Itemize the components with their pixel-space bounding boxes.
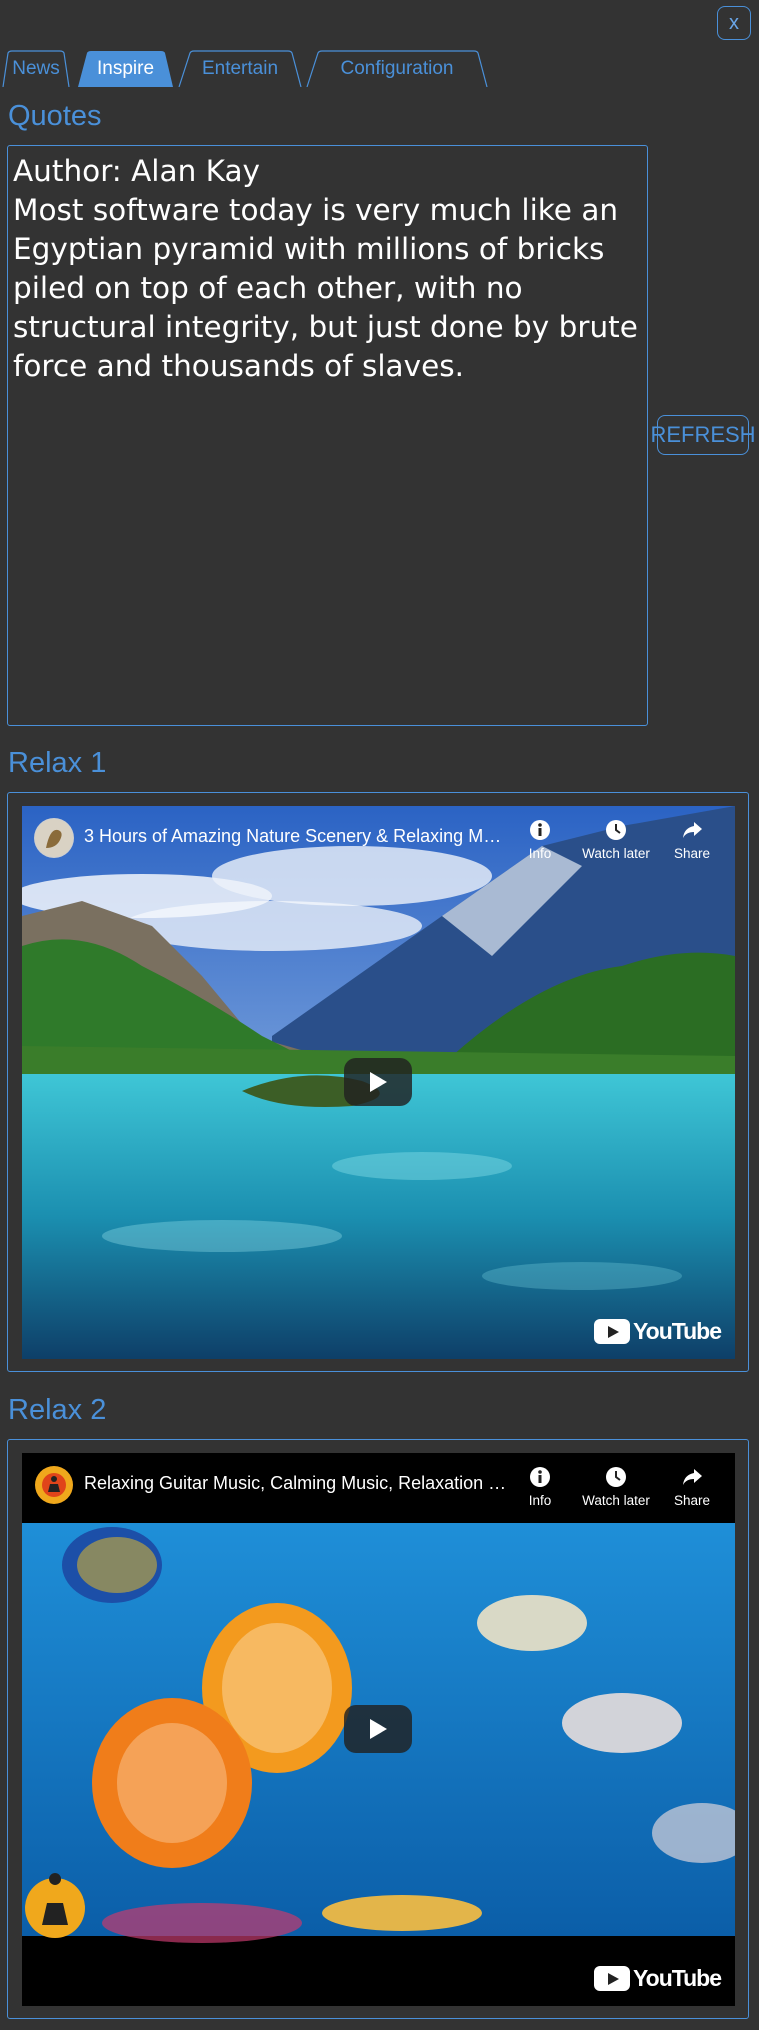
refresh-button[interactable]: REFRESH — [650, 415, 756, 455]
relax2-info-button[interactable]: Info — [502, 1465, 578, 1515]
tab-entertain[interactable]: Entertain — [178, 50, 302, 87]
relax2-overlay-bar: Relaxing Guitar Music, Calming Music, Re… — [22, 1453, 735, 1523]
relax1-share-button[interactable]: Share — [654, 818, 730, 868]
relax2-watch-later-button[interactable]: Watch later — [578, 1465, 654, 1515]
tab-news-label: News — [12, 57, 60, 79]
tab-inspire-label: Inspire — [96, 57, 155, 79]
tab-inspire[interactable]: Inspire — [77, 50, 174, 87]
youtube-icon — [594, 1318, 631, 1344]
relax2-video-player[interactable]: Relaxing Guitar Music, Calming Music, Re… — [22, 1453, 735, 2006]
relax2-youtube-logo[interactable]: YouTube — [594, 1964, 722, 1992]
tab-configuration-label: Configuration — [340, 57, 454, 79]
close-button[interactable]: x — [717, 6, 751, 40]
relax1-watch-later-button[interactable]: Watch later — [578, 818, 654, 868]
relax2-video-frame: Relaxing Guitar Music, Calming Music, Re… — [7, 1439, 749, 2019]
play-icon — [370, 1072, 387, 1092]
share-icon — [683, 822, 702, 838]
quotes-heading: Quotes — [8, 100, 102, 132]
relax2-avatar-icon — [35, 1466, 73, 1504]
tab-news[interactable]: News — [2, 50, 70, 87]
quote-text: Most software today is very much like an… — [13, 193, 638, 383]
play-icon — [370, 1719, 387, 1739]
relax2-heading: Relax 2 — [8, 1394, 107, 1426]
relax2-video-title[interactable]: Relaxing Guitar Music, Calming Music, Re… — [84, 1473, 509, 1494]
clock-icon — [606, 1467, 626, 1487]
relax1-youtube-logo[interactable]: YouTube — [594, 1317, 722, 1345]
share-icon — [683, 1469, 702, 1485]
relax1-info-button[interactable]: Info — [502, 818, 578, 868]
clock-icon — [606, 820, 626, 840]
quote-textbox[interactable]: Author: Alan Kay Most software today is … — [7, 145, 648, 726]
relax1-play-button[interactable] — [344, 1058, 412, 1106]
tab-entertain-label: Entertain — [201, 57, 279, 79]
relax1-video-player[interactable]: 3 Hours of Amazing Nature Scenery & Rela… — [22, 806, 735, 1359]
relax1-video-frame: 3 Hours of Amazing Nature Scenery & Rela… — [7, 792, 749, 1372]
quote-author: Author: Alan Kay — [13, 154, 261, 188]
relax1-avatar-icon — [35, 819, 73, 857]
info-icon — [530, 1467, 550, 1487]
relax1-heading: Relax 1 — [8, 747, 107, 779]
youtube-icon — [594, 1965, 631, 1991]
relax2-channel-avatar[interactable] — [34, 1465, 74, 1505]
tab-configuration[interactable]: Configuration — [306, 50, 488, 87]
relax1-channel-avatar[interactable] — [34, 818, 74, 858]
info-icon — [530, 820, 550, 840]
relax1-video-title[interactable]: 3 Hours of Amazing Nature Scenery & Rela… — [84, 826, 509, 847]
relax2-play-button[interactable] — [344, 1705, 412, 1753]
relax2-share-button[interactable]: Share — [654, 1465, 730, 1515]
relax1-overlay-bar: 3 Hours of Amazing Nature Scenery & Rela… — [22, 806, 735, 876]
